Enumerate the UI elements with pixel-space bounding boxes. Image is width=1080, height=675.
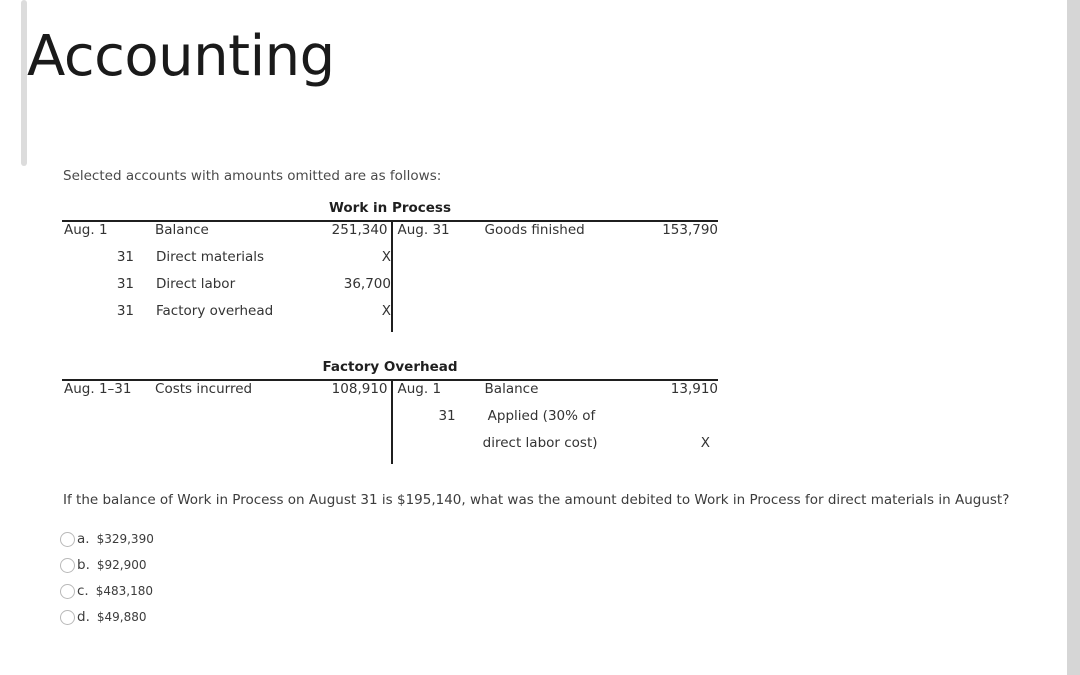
t-account-heading: Work in Process	[328, 200, 451, 216]
t-account-row: 31 Direct labor 36,700	[62, 276, 718, 303]
debit-date: Aug. 1	[64, 222, 108, 238]
radio-button-icon[interactable]	[60, 531, 75, 547]
debit-date: 31	[116, 249, 134, 265]
answer-option-d[interactable]: d. $49,880	[60, 604, 154, 630]
credit-description: Balance	[484, 381, 539, 397]
credit-description: Goods finished	[484, 222, 585, 238]
t-account-row: 31 Applied (30% of	[62, 408, 718, 435]
debit-amount: 251,340	[331, 222, 388, 238]
answer-option-a[interactable]: a. $329,390	[60, 526, 154, 552]
intro-text: Selected accounts with amounts omitted a…	[63, 168, 442, 184]
credit-amount: 13,910	[670, 381, 719, 397]
credit-description: direct labor cost)	[482, 435, 598, 451]
credit-amount: 153,790	[662, 222, 719, 238]
option-value: $49,880	[96, 610, 147, 624]
credit-date: 31	[438, 408, 456, 424]
radio-button-icon[interactable]	[60, 557, 75, 573]
document-page: Accounting Selected accounts with amount…	[0, 0, 1080, 675]
t-account-row: 31 Factory overhead X	[62, 303, 718, 330]
debit-date: 31	[116, 276, 134, 292]
credit-date: Aug. 31	[397, 222, 450, 238]
t-account-heading: Factory Overhead	[322, 359, 458, 375]
t-account-row: Aug. 1–31 Costs incurred 108,910 Aug. 1 …	[62, 381, 718, 408]
t-account-center-divider	[391, 381, 393, 464]
debit-description: Costs incurred	[155, 381, 253, 397]
debit-description: Direct labor	[156, 276, 236, 292]
debit-description: Factory overhead	[156, 303, 274, 319]
option-value: $329,390	[96, 532, 154, 546]
debit-amount: 108,910	[331, 381, 388, 397]
debit-amount: 36,700	[343, 276, 391, 292]
t-account-body: Aug. 1–31 Costs incurred 108,910 Aug. 1 …	[62, 381, 718, 464]
debit-date: Aug. 1–31	[64, 381, 132, 397]
credit-amount: X	[700, 435, 710, 451]
t-account-row: direct labor cost) X	[62, 435, 718, 462]
debit-amount: X	[381, 249, 391, 265]
radio-button-icon[interactable]	[60, 583, 75, 599]
page-title: Accounting	[27, 24, 335, 89]
t-account-body: Aug. 1 Balance 251,340 Aug. 31 Goods fin…	[62, 222, 718, 332]
credit-date: Aug. 1	[397, 381, 442, 397]
debit-description: Balance	[155, 222, 209, 238]
option-value: $92,900	[96, 558, 147, 572]
radio-button-icon[interactable]	[60, 609, 75, 625]
t-account-work-in-process: Work in Process Aug. 1 Balance 251,340 A…	[62, 200, 718, 332]
debit-amount: X	[381, 303, 391, 319]
debit-date: 31	[116, 303, 134, 319]
option-letter: a.	[77, 531, 90, 547]
credit-description: Applied (30% of	[487, 408, 596, 424]
option-value: $483,180	[95, 584, 153, 598]
t-account-row: 31 Direct materials X	[62, 249, 718, 276]
right-page-gutter	[1067, 0, 1080, 675]
option-letter: c.	[77, 583, 89, 599]
t-account-center-divider	[391, 222, 393, 332]
answer-option-b[interactable]: b. $92,900	[60, 552, 154, 578]
answer-options-list: a. $329,390 b. $92,900 c. $483,180 d. $4…	[60, 526, 154, 630]
option-letter: b.	[77, 557, 90, 573]
answer-option-c[interactable]: c. $483,180	[60, 578, 154, 604]
t-account-factory-overhead: Factory Overhead Aug. 1–31 Costs incurre…	[62, 359, 718, 464]
t-account-row: Aug. 1 Balance 251,340 Aug. 31 Goods fin…	[62, 222, 718, 249]
debit-description: Direct materials	[156, 249, 265, 265]
option-letter: d.	[77, 609, 90, 625]
question-text: If the balance of Work in Process on Aug…	[63, 492, 1010, 508]
